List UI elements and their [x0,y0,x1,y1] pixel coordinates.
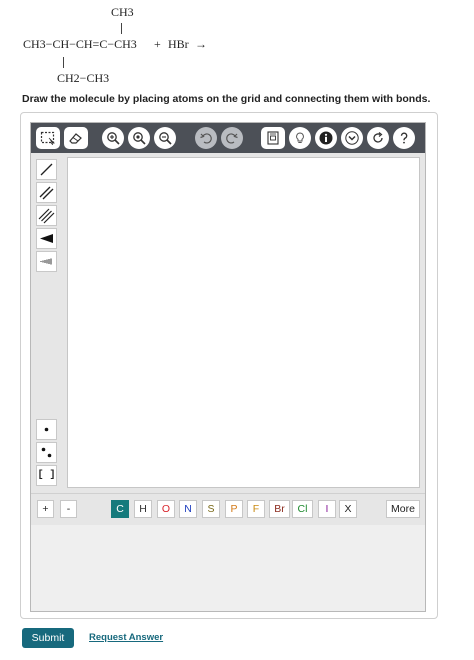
atom-button-br[interactable]: Br [269,500,290,518]
main-chain: CH3−CH−CH=C−CH3 [23,37,137,51]
submit-button[interactable]: Submit [22,628,74,648]
zoom-in-icon[interactable] [102,127,124,149]
redo-icon[interactable] [221,127,243,149]
atom-button-h[interactable]: H [134,500,152,518]
undo-icon[interactable] [195,127,217,149]
decrease-charge-button[interactable]: - [60,500,77,518]
request-answer-link[interactable]: Request Answer [89,632,163,643]
atom-button-x[interactable]: X [339,500,357,518]
hash-bond-icon[interactable] [36,251,57,272]
drawing-canvas[interactable] [67,157,420,488]
select-lasso-icon[interactable] [36,127,60,149]
atom-button-o[interactable]: O [157,500,175,518]
bracket-icon[interactable]: [ ] [36,465,57,486]
hint-icon[interactable] [289,127,311,149]
single-bond-icon[interactable] [36,159,57,180]
increase-charge-button[interactable]: + [37,500,54,518]
info-icon[interactable] [315,127,337,149]
instruction-text: Draw the molecule by placing atoms on th… [22,93,431,105]
help-icon[interactable] [393,127,415,149]
template-icon[interactable] [261,127,285,149]
molecule-sketcher: [ ] + - C H O N S P F Br Cl I X More [30,122,426,612]
lone-pair-icon[interactable] [36,442,57,463]
vertical-bond-bottom [63,57,64,68]
atom-button-c[interactable]: C [111,500,129,518]
atom-button-p[interactable]: P [225,500,243,518]
wedge-bond-icon[interactable] [36,228,57,249]
atom-toolbar: + - C H O N S P F Br Cl I X More [31,493,425,523]
atom-button-s[interactable]: S [202,500,220,518]
bottom-panel [31,525,425,611]
reaction-arrow: → [195,37,207,51]
atom-button-n[interactable]: N [179,500,197,518]
zoom-fit-icon[interactable] [128,127,150,149]
bond-toolbar: [ ] [31,153,61,489]
more-atoms-button[interactable]: More [386,500,420,518]
reset-icon[interactable] [367,127,389,149]
atom-button-cl[interactable]: Cl [292,500,313,518]
atom-button-i[interactable]: I [318,500,336,518]
reaction-equation: CH3 CH3−CH−CH=C−CH3 + HBr → CH2−CH3 [0,0,474,90]
top-substituent: CH3 [111,5,134,19]
radical-dot-icon[interactable] [36,419,57,440]
vertical-bond-top [121,23,122,34]
atom-button-f[interactable]: F [247,500,265,518]
plus-sign: + [154,37,161,51]
zoom-out-icon[interactable] [154,127,176,149]
double-bond-icon[interactable] [36,182,57,203]
eraser-icon[interactable] [64,127,88,149]
chevron-down-icon[interactable] [341,127,363,149]
sketcher-toolbar [31,123,425,153]
bottom-substituent: CH2−CH3 [57,71,110,85]
triple-bond-icon[interactable] [36,205,57,226]
reagent: HBr [168,37,189,51]
